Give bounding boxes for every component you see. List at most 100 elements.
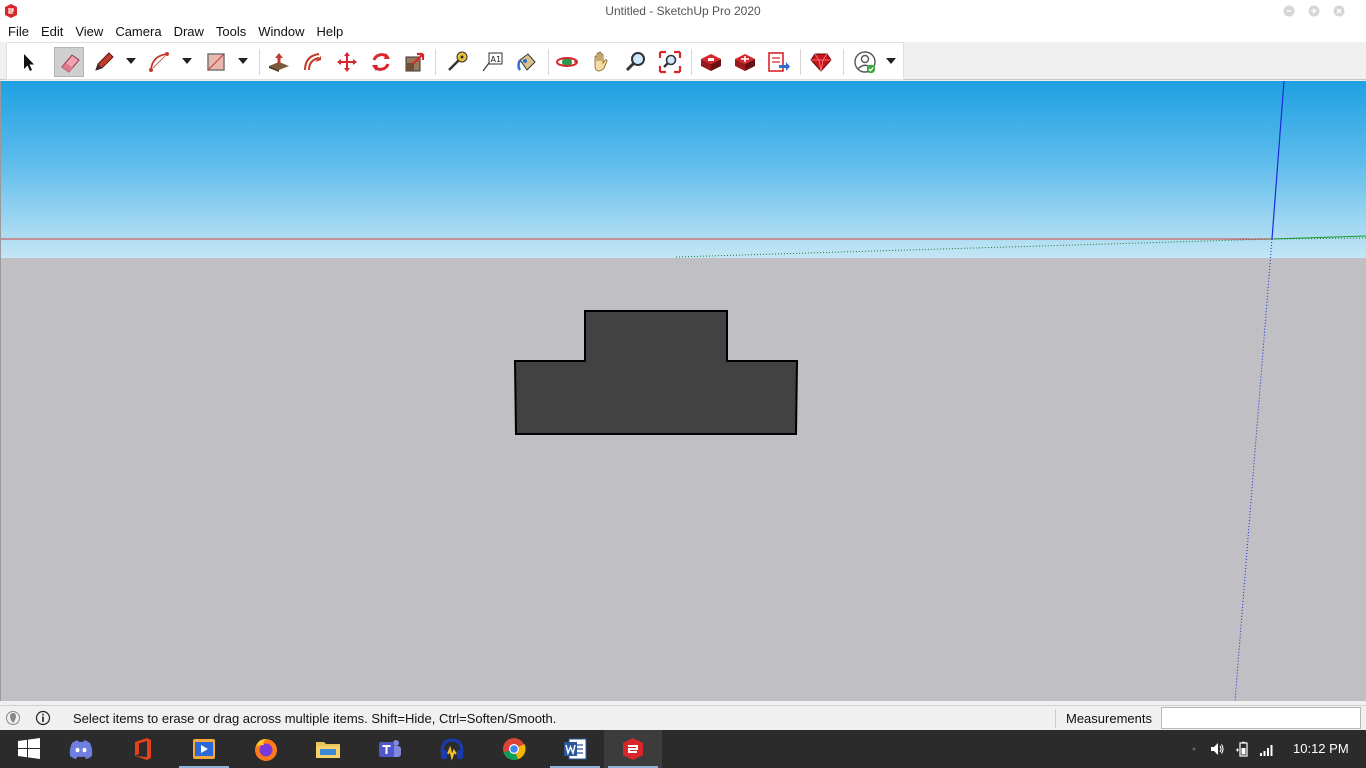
status-message: Select items to erase or drag across mul… bbox=[73, 711, 557, 726]
menu-view[interactable]: View bbox=[69, 22, 109, 42]
orbit-tool-button[interactable] bbox=[552, 47, 582, 77]
taskbar-video-player[interactable] bbox=[175, 730, 233, 768]
taskbar-file-explorer[interactable] bbox=[299, 730, 357, 768]
ruby-gem-icon bbox=[810, 53, 832, 72]
send-to-layout-button[interactable] bbox=[764, 47, 794, 77]
extension-manager-button[interactable] bbox=[806, 47, 836, 77]
blue-axis bbox=[1271, 81, 1285, 240]
volume-icon[interactable] bbox=[1209, 741, 1225, 757]
tape-measure-tool-button[interactable] bbox=[442, 47, 472, 77]
move-icon bbox=[337, 52, 357, 72]
move-tool-button[interactable] bbox=[332, 47, 362, 77]
taskbar-word[interactable] bbox=[546, 730, 604, 768]
chrome-icon bbox=[503, 738, 526, 760]
teams-icon bbox=[379, 740, 401, 757]
taskbar-audio-app[interactable] bbox=[423, 730, 481, 768]
arc-tool-button[interactable] bbox=[145, 47, 175, 77]
orbit-icon bbox=[556, 57, 578, 67]
maximize-icon[interactable] bbox=[1305, 2, 1323, 20]
taskbar-office[interactable] bbox=[114, 730, 172, 768]
video-player-icon bbox=[193, 739, 215, 759]
menu-tools[interactable]: Tools bbox=[210, 22, 252, 42]
status-bar: Select items to erase or drag across mul… bbox=[0, 705, 1366, 730]
pan-hand-icon bbox=[594, 51, 608, 72]
menu-window[interactable]: Window bbox=[252, 22, 310, 42]
zoom-extents-tool-button[interactable] bbox=[655, 47, 685, 77]
status-separator bbox=[1055, 709, 1056, 728]
3d-warehouse-button[interactable] bbox=[696, 47, 726, 77]
taskbar-discord[interactable] bbox=[52, 730, 110, 768]
chevron-down-icon[interactable] bbox=[181, 57, 193, 65]
account-user-icon bbox=[854, 51, 876, 74]
menu-camera[interactable]: Camera bbox=[109, 22, 167, 42]
measurements-input[interactable] bbox=[1161, 707, 1361, 729]
scale-tool-button[interactable] bbox=[400, 47, 430, 77]
taskbar-chrome[interactable] bbox=[485, 730, 543, 768]
chevron-up-icon[interactable] bbox=[1186, 741, 1202, 757]
taskbar: 10:12 PM bbox=[0, 730, 1366, 768]
paint-bucket-icon bbox=[517, 53, 536, 71]
network-icon[interactable] bbox=[1259, 741, 1275, 757]
menu-file[interactable]: File bbox=[2, 22, 35, 42]
title-bar: Untitled - SketchUp Pro 2020 bbox=[0, 0, 1366, 22]
chevron-down-icon[interactable] bbox=[885, 57, 897, 65]
start-button[interactable] bbox=[0, 730, 58, 768]
word-icon bbox=[564, 738, 587, 760]
sketchup-icon bbox=[623, 738, 643, 760]
extension-warehouse-icon bbox=[735, 54, 755, 71]
model-face[interactable] bbox=[513, 310, 799, 435]
chevron-down-icon[interactable] bbox=[125, 57, 137, 65]
eraser-icon bbox=[61, 54, 80, 73]
line-tool-button[interactable] bbox=[89, 47, 119, 77]
toolbar-separator bbox=[259, 49, 260, 75]
push-pull-icon bbox=[269, 53, 289, 72]
green-axis bbox=[1271, 235, 1366, 240]
sketchup-window: Untitled - SketchUp Pro 2020 File Edit V… bbox=[0, 0, 1366, 768]
discord-icon bbox=[69, 740, 93, 759]
push-pull-tool-button[interactable] bbox=[264, 47, 294, 77]
shapes-tool-button[interactable] bbox=[201, 47, 231, 77]
send-to-layout-icon bbox=[768, 52, 790, 72]
blue-axis-negative bbox=[1234, 238, 1273, 701]
taskbar-firefox[interactable] bbox=[237, 730, 295, 768]
select-tool-button[interactable] bbox=[13, 47, 43, 77]
toolbar-separator bbox=[691, 49, 692, 75]
toolbar-separator bbox=[800, 49, 801, 75]
pan-tool-button[interactable] bbox=[586, 47, 616, 77]
menu-edit[interactable]: Edit bbox=[35, 22, 69, 42]
minimize-icon[interactable] bbox=[1280, 2, 1298, 20]
taskbar-clock[interactable]: 10:12 PM bbox=[1293, 741, 1349, 756]
menu-bar: File Edit View Camera Draw Tools Window … bbox=[0, 22, 1366, 42]
scene-canvas[interactable] bbox=[1, 81, 1366, 701]
rotate-tool-button[interactable] bbox=[366, 47, 396, 77]
zoom-icon bbox=[625, 52, 645, 72]
chevron-down-icon[interactable] bbox=[237, 57, 249, 65]
extension-warehouse-button[interactable] bbox=[730, 47, 760, 77]
taskbar-teams[interactable] bbox=[361, 730, 419, 768]
zoom-tool-button[interactable] bbox=[621, 47, 651, 77]
menu-help[interactable]: Help bbox=[311, 22, 350, 42]
menu-draw[interactable]: Draw bbox=[168, 22, 210, 42]
eraser-tool-button[interactable] bbox=[54, 47, 84, 77]
3d-warehouse-icon bbox=[701, 54, 721, 71]
large-tool-set: A1 bbox=[6, 42, 904, 80]
paint-bucket-tool-button[interactable] bbox=[512, 47, 542, 77]
office-icon bbox=[135, 738, 151, 760]
toolbar-separator bbox=[435, 49, 436, 75]
scale-icon bbox=[405, 52, 425, 72]
taskbar-sketchup[interactable] bbox=[604, 730, 662, 768]
pencil-line-icon bbox=[95, 52, 114, 71]
model-viewport[interactable] bbox=[0, 81, 1366, 701]
select-arrow-icon bbox=[24, 54, 34, 71]
battery-icon[interactable] bbox=[1235, 741, 1251, 757]
close-icon[interactable] bbox=[1330, 2, 1348, 20]
rectangle-icon bbox=[207, 53, 225, 71]
text-icon: A1 bbox=[482, 52, 503, 72]
offset-tool-button[interactable] bbox=[298, 47, 328, 77]
account-button[interactable] bbox=[850, 47, 880, 77]
rotate-icon bbox=[372, 53, 390, 71]
toolbar-separator bbox=[843, 49, 844, 75]
info-icon[interactable] bbox=[35, 710, 51, 726]
geo-location-icon[interactable] bbox=[5, 710, 21, 726]
text-tool-button[interactable]: A1 bbox=[477, 47, 507, 77]
